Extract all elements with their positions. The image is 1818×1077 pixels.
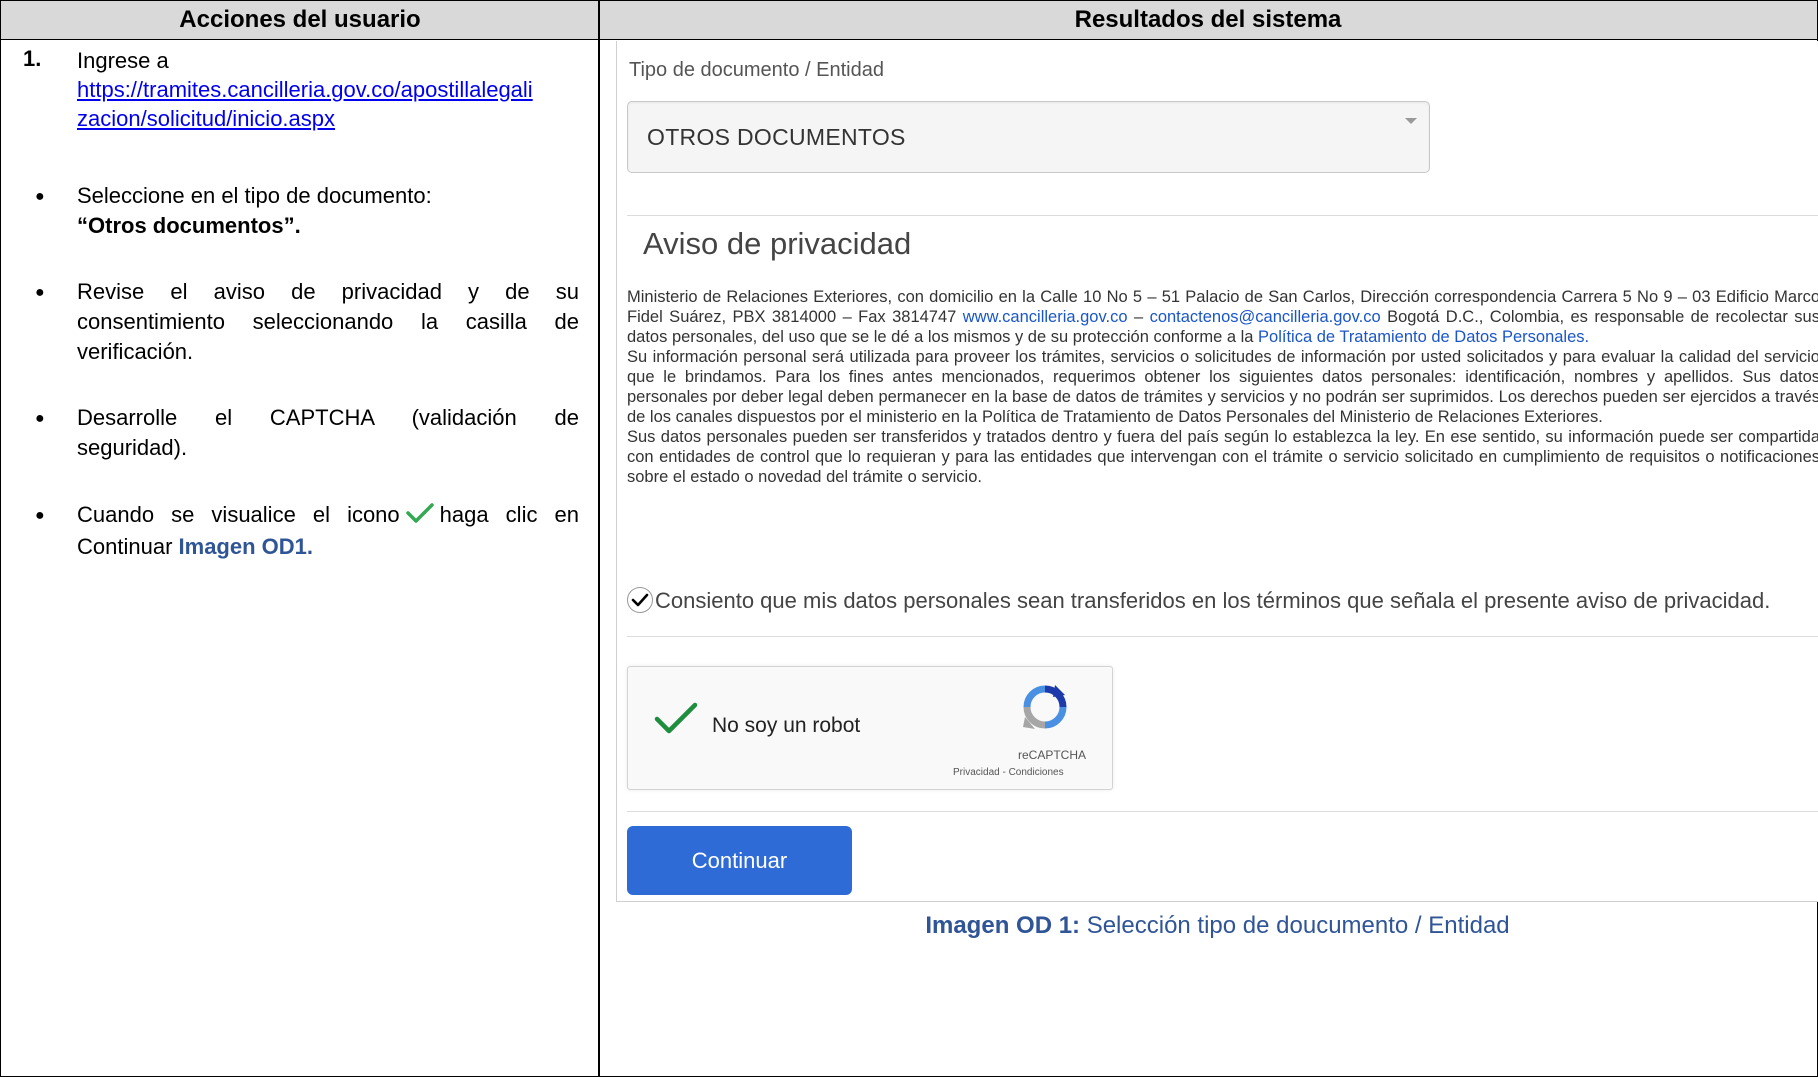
privacy-paragraph-2: Su información personal será utilizada p… — [627, 348, 1818, 426]
document-type-select[interactable]: OTROS DOCUMENTOS — [627, 101, 1430, 173]
caption-label: Imagen OD 1: — [925, 912, 1081, 939]
form-screenshot: Tipo de documento / Entidad OTROS DOCUME… — [616, 41, 1818, 902]
recaptcha-widget[interactable]: No soy un robot reCAPTCHA Privacidad - C… — [627, 666, 1113, 790]
contact-email-link[interactable]: contactenos@cancilleria.gov.co — [1150, 308, 1381, 326]
bullet-continue-text-c: Continuar — [77, 534, 173, 559]
recaptcha-logo-icon — [1023, 685, 1067, 729]
data-policy-link[interactable]: Política de Tratamiento de Datos Persona… — [1258, 328, 1589, 346]
captcha-check-icon — [654, 702, 698, 734]
figure-caption: Imagen OD 1: Selección tipo de doucument… — [616, 912, 1818, 940]
recaptcha-brand: reCAPTCHA — [1018, 748, 1087, 762]
url-part-2: zacion/solicitud/inicio.aspx — [77, 106, 336, 131]
tramites-url-link[interactable]: https://tramites.cancilleria.gov.co/apos… — [77, 75, 577, 133]
instruction-table: Acciones del usuario Resultados del sist… — [0, 0, 1818, 1077]
recaptcha-privacy-terms-links[interactable]: Privacidad - Condiciones — [953, 767, 1064, 778]
chevron-down-icon — [1405, 118, 1417, 124]
bullet-select-type-line2: “Otros documentos”. — [77, 213, 301, 238]
consent-row: Consiento que mis datos personales sean … — [627, 587, 1770, 614]
bullet-captcha: Desarrolle el CAPTCHA (validación de seg… — [77, 403, 579, 463]
bullet-select-type-line1: Seleccione en el tipo de documento: — [77, 183, 432, 208]
document-type-value: OTROS DOCUMENTOS — [647, 124, 906, 150]
bullet-continue: Cuando se visualice el icono haga clic en… — [77, 500, 579, 562]
captcha-label: No soy un robot — [712, 714, 861, 737]
privacy-text-1b: – — [1127, 308, 1150, 326]
bullet-review-line1: Revise el aviso de privacidad y de su — [77, 279, 579, 304]
bullet-review-line3: verificación. — [77, 339, 194, 364]
header-system-results: Resultados del sistema — [1074, 6, 1342, 33]
consent-checkbox[interactable] — [627, 587, 653, 613]
bullet-continue-line1: Cuando se visualice el icono haga clic en — [77, 500, 579, 532]
continue-button[interactable]: Continuar — [627, 826, 852, 895]
privacy-paragraph-3: Sus datos personales pueden ser transfer… — [627, 428, 1818, 486]
image-reference: Imagen OD1. — [178, 534, 313, 559]
cancilleria-website-link[interactable]: www.cancilleria.gov.co — [963, 308, 1128, 326]
consent-label: Consiento que mis datos personales sean … — [655, 588, 1771, 613]
url-part-1: https://tramites.cancilleria.gov.co/apos… — [77, 77, 533, 102]
divider — [627, 811, 1818, 812]
table-header: Acciones del usuario Resultados del sist… — [1, 1, 1817, 40]
bullet-captcha-line2: seguridad). — [77, 435, 188, 460]
bullet-review-line2: consentimiento seleccionando la casilla … — [77, 309, 579, 334]
bullet-icon: ● — [35, 507, 45, 524]
bullet-icon: ● — [35, 284, 45, 301]
bullet-review-privacy: Revise el aviso de privacidad y de su co… — [77, 277, 579, 367]
bullet-continue-text-a: Cuando se visualice el icono — [77, 502, 400, 527]
check-icon — [631, 593, 649, 607]
header-user-actions: Acciones del usuario — [179, 6, 421, 33]
document-type-label: Tipo de documento / Entidad — [629, 59, 884, 81]
column-divider — [598, 1, 600, 1076]
bullet-select-type: Seleccione en el tipo de documento: “Otr… — [77, 181, 579, 241]
privacy-notice-title: Aviso de privacidad — [643, 226, 912, 261]
step-intro: Ingrese a https://tramites.cancilleria.g… — [77, 46, 577, 133]
divider — [627, 215, 1818, 216]
bullet-icon: ● — [35, 188, 45, 205]
privacy-notice-body: Ministerio de Relaciones Exteriores, con… — [627, 287, 1818, 487]
bullet-captcha-line1: Desarrolle el CAPTCHA (validación de — [77, 405, 579, 430]
divider — [627, 636, 1818, 637]
checkmark-icon — [405, 502, 434, 532]
bullet-continue-text-b: haga clic en — [439, 502, 579, 527]
caption-text: Selección tipo de doucumento / Entidad — [1080, 912, 1510, 939]
step-number: 1. — [23, 46, 42, 71]
step-intro-text: Ingrese a — [77, 48, 169, 73]
bullet-icon: ● — [35, 410, 45, 427]
privacy-paragraph-1: Ministerio de Relaciones Exteriores, con… — [627, 287, 1818, 347]
bullet-continue-line2: Continuar Imagen OD1. — [77, 532, 579, 562]
